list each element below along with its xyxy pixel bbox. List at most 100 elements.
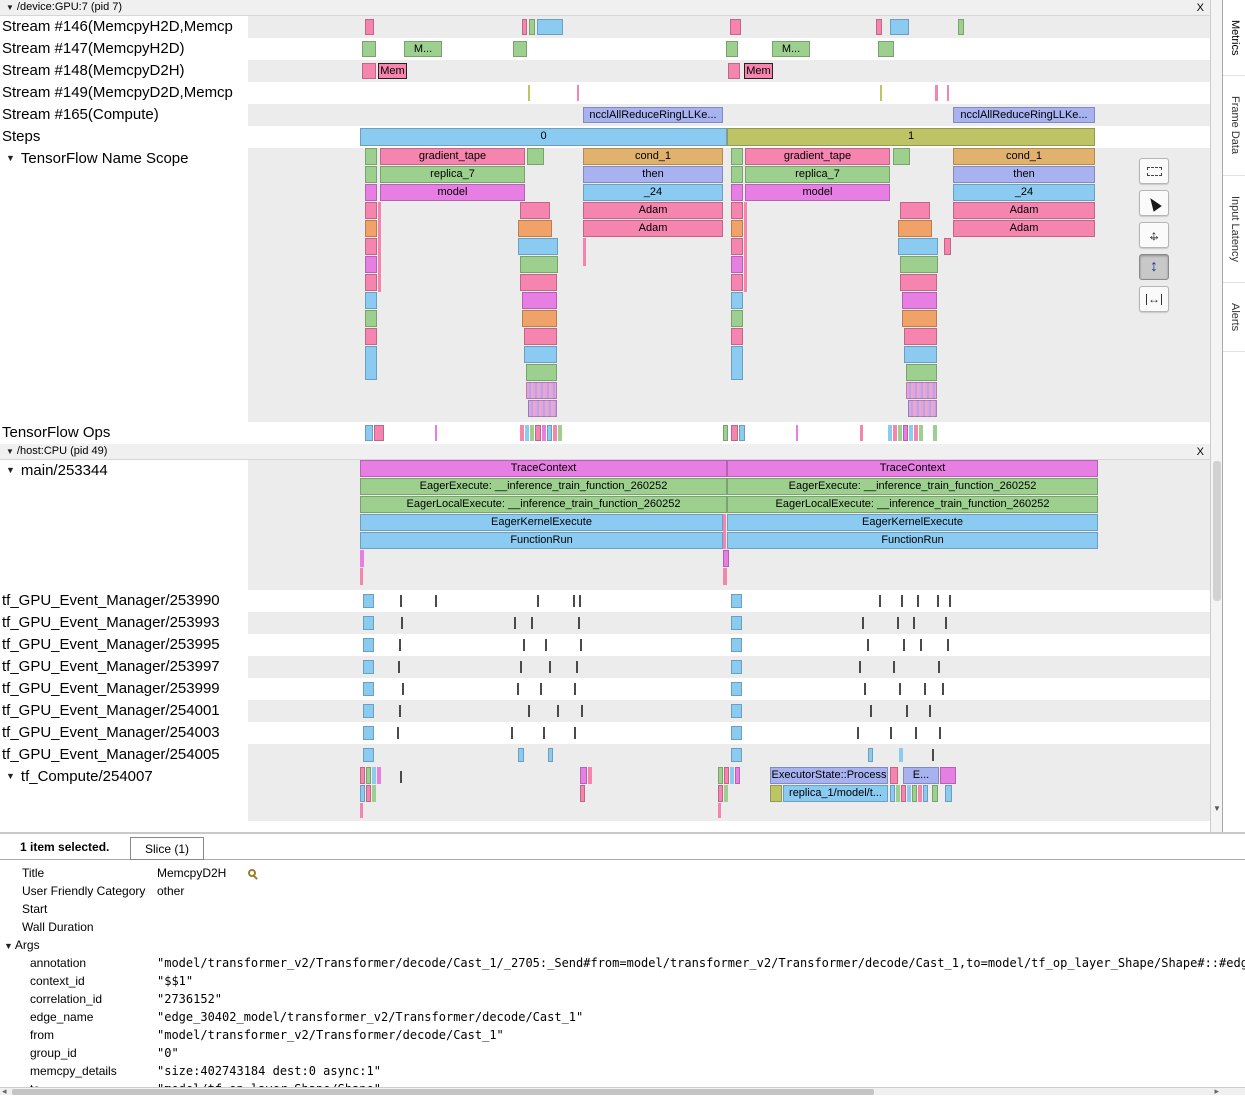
slice-gradient_tape[interactable]: gradient_tape [745,148,890,165]
slice-tick[interactable] [400,771,402,783]
slice[interactable] [365,202,377,219]
slice[interactable] [580,785,585,802]
slice[interactable] [730,19,741,35]
slice-tick[interactable] [399,639,401,651]
slice[interactable] [724,767,729,784]
slice[interactable] [731,166,743,183]
slice-Mem[interactable]: Mem [378,63,407,79]
slice[interactable] [528,400,557,417]
slice-replica_7[interactable]: replica_7 [380,166,525,183]
slice[interactable] [363,594,374,608]
slice[interactable] [731,594,742,608]
slice-tick[interactable] [915,727,917,739]
slice[interactable] [547,425,552,441]
expander-icon[interactable]: ▼ [6,460,15,481]
slice[interactable] [365,148,377,165]
collapse-icon[interactable]: ▼ [6,0,14,15]
slice[interactable] [580,767,587,784]
slice[interactable] [731,726,742,740]
close-process-button[interactable]: X [1197,0,1204,16]
slice-tick[interactable] [949,595,951,607]
sidebar-tab-alerts[interactable]: Alerts [1223,283,1245,352]
scrollbar-thumb[interactable] [1213,461,1221,601]
slice[interactable] [365,184,377,201]
slice[interactable] [731,682,742,696]
slice[interactable] [365,346,377,380]
slice[interactable] [360,767,365,784]
slice[interactable] [904,328,937,345]
slice[interactable] [718,767,723,784]
slice[interactable] [770,785,782,802]
slice-tick[interactable] [520,661,522,673]
slice-tick[interactable] [947,639,949,651]
slice-tick[interactable] [574,683,576,695]
slice[interactable] [527,148,544,165]
slice[interactable] [724,785,728,802]
slice[interactable] [958,19,964,35]
slice[interactable] [731,238,743,255]
slice[interactable] [898,425,902,441]
slice-tick[interactable] [901,595,903,607]
slice-E-[interactable]: E... [903,767,939,784]
slice-tick[interactable] [578,617,580,629]
slice[interactable] [363,638,374,652]
sidebar-tab-input-latency[interactable]: Input Latency [1223,176,1245,283]
slice-gradient_tape[interactable]: gradient_tape [380,148,525,165]
timeline-track[interactable] [248,700,1210,722]
scrollbar-thumb[interactable] [12,1089,874,1095]
slice-tick[interactable] [579,595,581,607]
slice[interactable] [518,748,524,762]
slice[interactable] [365,425,373,441]
slice-tick[interactable] [893,661,895,673]
slice[interactable] [935,85,938,101]
slice[interactable] [365,166,377,183]
slice[interactable] [363,616,374,630]
slice[interactable] [933,425,937,441]
slice-tick[interactable] [939,727,941,739]
slice[interactable] [365,274,377,291]
slice[interactable] [890,785,895,802]
slice[interactable] [940,767,956,784]
slice-tick[interactable] [574,727,576,739]
slice[interactable] [904,346,937,363]
slice[interactable] [890,19,909,35]
slice[interactable] [899,748,903,762]
slice[interactable] [731,616,742,630]
slice-tick[interactable] [867,639,869,651]
slice-tick[interactable] [879,595,881,607]
timeline-track[interactable] [248,82,1210,104]
slice-0[interactable]: 0 [360,128,727,146]
slice-tick[interactable] [862,617,864,629]
timeline-track[interactable] [248,612,1210,634]
slice[interactable] [378,202,381,292]
slice[interactable] [374,425,384,441]
slice[interactable] [730,767,734,784]
slice-_24[interactable]: _24 [953,184,1095,201]
slice-tick[interactable] [400,595,402,607]
slice[interactable] [360,785,365,802]
slice[interactable] [731,256,743,273]
slice[interactable] [731,638,742,652]
slice-tick[interactable] [942,683,944,695]
slice[interactable] [518,238,558,255]
slice[interactable] [529,19,535,35]
vertical-zoom-tool-button[interactable]: ↕ [1139,254,1169,280]
slice[interactable] [360,568,363,585]
slice[interactable] [860,425,863,441]
slice-1[interactable]: 1 [727,128,1095,146]
slice[interactable] [363,682,374,696]
slice[interactable] [577,85,579,101]
slice[interactable] [363,748,374,762]
slice-EagerExecute-__inference_train_function_260252[interactable]: EagerExecute: __inference_train_function… [727,478,1098,495]
close-process-button[interactable]: X [1197,444,1204,460]
slice[interactable] [542,425,546,441]
expander-icon[interactable]: ▼ [6,766,15,787]
slice-TraceContext[interactable]: TraceContext [360,460,727,477]
sidebar-tab-metrics[interactable]: Metrics [1223,0,1245,76]
slice-tick[interactable] [537,595,539,607]
slice[interactable] [890,767,898,784]
slice[interactable] [435,425,437,441]
slice-tick[interactable] [557,705,559,717]
slice[interactable] [876,19,882,35]
slice-EagerKernelExecute[interactable]: EagerKernelExecute [360,514,723,531]
